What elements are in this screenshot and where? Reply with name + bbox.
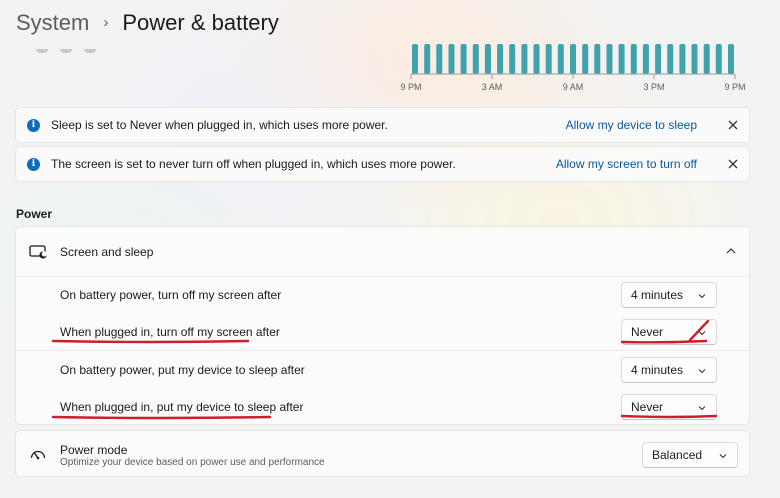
setting-label: On battery power, put my device to sleep… xyxy=(60,363,305,377)
chart-time-label: 9 AM xyxy=(563,82,584,92)
power-mode-dropdown[interactable]: Balanced xyxy=(642,442,738,468)
dropdown-value: Balanced xyxy=(652,448,703,462)
close-icon[interactable] xyxy=(726,118,740,132)
usage-bar xyxy=(509,44,516,74)
scrolled-content-remnant xyxy=(36,40,108,58)
chevron-down-icon xyxy=(698,406,706,411)
page-title: Power & battery xyxy=(122,10,279,35)
breadcrumb-separator: › xyxy=(103,13,109,31)
screen-and-sleep-card: Screen and sleep On battery power, turn … xyxy=(15,226,750,425)
info-bar-sleep-text: Sleep is set to Never when plugged in, w… xyxy=(51,118,388,132)
info-icon: i xyxy=(27,157,40,171)
usage-bar xyxy=(497,44,504,74)
usage-bar xyxy=(484,44,491,74)
dropdown-value: 4 minutes xyxy=(631,288,684,302)
info-icon: i xyxy=(27,118,40,132)
battery-usage-chart: 9 PM 3 AM 9 AM 3 PM 9 PM xyxy=(400,44,746,92)
chart-time-label: 3 AM xyxy=(482,82,503,92)
allow-screen-off-link[interactable]: Allow my screen to turn off xyxy=(556,157,697,171)
usage-bar xyxy=(715,44,722,74)
close-icon[interactable] xyxy=(726,157,740,171)
chevron-down-icon xyxy=(698,331,706,336)
battery-sleep-timeout-dropdown[interactable]: 4 minutes xyxy=(621,357,717,383)
usage-bar xyxy=(655,44,662,74)
allow-device-sleep-link[interactable]: Allow my device to sleep xyxy=(566,118,697,132)
info-bar-screen-text: The screen is set to never turn off when… xyxy=(51,157,456,171)
usage-bar xyxy=(618,44,625,74)
screen-and-sleep-header[interactable]: Screen and sleep xyxy=(16,227,749,276)
usage-bar xyxy=(412,44,418,74)
battery-screen-timeout-dropdown[interactable]: 4 minutes xyxy=(621,282,717,308)
usage-bar xyxy=(703,44,710,74)
usage-bar xyxy=(533,44,540,74)
usage-bar xyxy=(570,44,576,74)
usage-bar xyxy=(448,44,455,74)
setting-label: On battery power, turn off my screen aft… xyxy=(60,288,282,302)
usage-bar xyxy=(460,44,467,74)
usage-bar xyxy=(728,44,734,74)
usage-bar xyxy=(594,44,601,74)
power-mode-title: Power mode xyxy=(60,443,128,457)
dropdown-value: Never xyxy=(631,400,664,414)
usage-bar xyxy=(642,44,649,74)
plugged-sleep-timeout-dropdown[interactable]: Never xyxy=(621,394,717,420)
usage-bar xyxy=(545,44,552,74)
usage-bar xyxy=(472,44,479,74)
chart-time-label: 9 PM xyxy=(724,82,745,92)
usage-bar xyxy=(424,44,431,74)
info-bar-screen: i The screen is set to never turn off wh… xyxy=(15,146,750,182)
dropdown-value: 4 minutes xyxy=(631,363,684,377)
setting-label: When plugged in, turn off my screen afte… xyxy=(60,325,280,339)
usage-bar xyxy=(436,44,443,74)
usage-bar xyxy=(691,44,698,74)
chevron-up-icon[interactable] xyxy=(725,245,737,257)
divider xyxy=(16,350,749,351)
breadcrumb-system-link[interactable]: System xyxy=(16,10,89,36)
dropdown-value: Never xyxy=(631,325,664,339)
usage-bar xyxy=(582,44,589,74)
usage-bar xyxy=(521,44,528,74)
setting-row-battery-sleep: On battery power, put my device to sleep… xyxy=(16,352,749,388)
usage-bar xyxy=(679,44,686,74)
usage-bar xyxy=(606,44,613,74)
chevron-down-icon xyxy=(698,369,706,374)
setting-row-plugged-sleep: When plugged in, put my device to sleep … xyxy=(16,389,749,425)
info-bar-sleep: i Sleep is set to Never when plugged in,… xyxy=(15,107,750,143)
setting-row-plugged-screen: When plugged in, turn off my screen afte… xyxy=(16,314,749,350)
usage-bar xyxy=(667,44,674,74)
chart-time-label: 3 PM xyxy=(643,82,664,92)
chevron-down-icon xyxy=(719,454,727,459)
setting-row-battery-screen: On battery power, turn off my screen aft… xyxy=(16,277,749,313)
usage-bar xyxy=(557,44,564,74)
power-mode-description: Optimize your device based on power use … xyxy=(60,457,325,468)
usage-bar xyxy=(630,44,637,74)
chevron-down-icon xyxy=(698,294,706,299)
plugged-screen-timeout-dropdown[interactable]: Never xyxy=(621,319,717,345)
chart-time-label: 9 PM xyxy=(400,82,421,92)
power-mode-card: Power mode Optimize your device based on… xyxy=(15,430,750,477)
breadcrumb: System › Power & battery xyxy=(16,8,279,38)
screen-and-sleep-title: Screen and sleep xyxy=(60,244,154,259)
section-title-power: Power xyxy=(16,207,53,221)
monitor-sleep-icon xyxy=(29,244,47,259)
setting-label: When plugged in, put my device to sleep … xyxy=(60,400,304,414)
power-mode-gauge-icon xyxy=(30,450,46,460)
